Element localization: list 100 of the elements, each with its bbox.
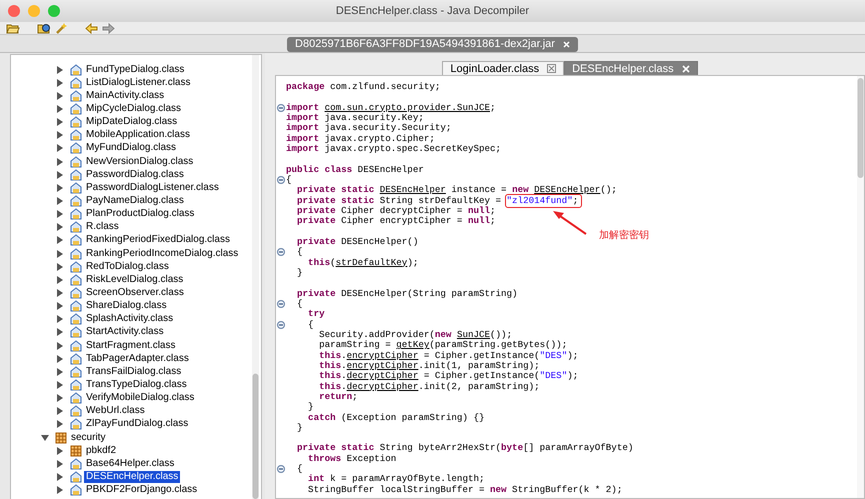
tree-item[interactable]: NewVersionDialog.class [84, 156, 196, 168]
collapsed-arrow-icon[interactable] [56, 472, 64, 481]
tree-item[interactable]: security [69, 432, 108, 444]
tree-item[interactable]: MipCycleDialog.class [84, 102, 184, 115]
fold-icon[interactable] [277, 248, 285, 256]
collapsed-arrow-icon[interactable] [56, 66, 64, 74]
code-line: this.encryptCipher = Cipher.getInstance("DES"); [318, 350, 578, 361]
fold-icon[interactable] [277, 176, 285, 184]
collapsed-arrow-icon[interactable] [56, 104, 64, 113]
tree-item[interactable]: FundTypeDialog.class [84, 64, 186, 76]
scrollbar[interactable] [252, 55, 259, 499]
collapsed-arrow-icon[interactable] [56, 158, 64, 166]
tree-item[interactable]: PasswordDialogListener.class [84, 182, 221, 194]
tree-item[interactable]: StartFragment.class [84, 340, 178, 352]
tree-item[interactable]: RankingPeriodFixedDialog.class [84, 234, 232, 246]
code-line: { [296, 298, 303, 310]
tree-item[interactable]: RedToDialog.class [84, 260, 171, 273]
class-file-icon [70, 142, 82, 154]
collapsed-arrow-icon[interactable] [56, 262, 64, 271]
collapsed-arrow-icon[interactable] [56, 394, 64, 402]
tree-item[interactable]: ZlPayFundDialog.class [84, 418, 190, 430]
scrollbar[interactable] [857, 76, 864, 498]
collapsed-arrow-icon[interactable] [56, 196, 64, 205]
tree-item[interactable]: TabPagerAdapter.class [84, 352, 191, 365]
tree-item[interactable]: MainActivity.class [84, 90, 166, 102]
close-icon[interactable] [547, 64, 556, 73]
collapsed-arrow-icon[interactable] [56, 131, 64, 140]
code-line: import javax.crypto.spec.SecretKeySpec; [286, 144, 502, 154]
fold-icon[interactable] [277, 104, 285, 112]
file-tab[interactable]: D8025971B6F6A3FF8DF19A5494391861-dex2jar.jar [287, 37, 578, 52]
fold-icon[interactable] [277, 320, 285, 329]
collapsed-arrow-icon[interactable] [56, 223, 64, 232]
code-line: StringBuffer localStringBuffer = new StringBuffer(k * 2); [307, 484, 622, 496]
code-line: throws Exception [307, 454, 396, 464]
editor-tab[interactable]: LoginLoader.class [442, 61, 564, 75]
fold-icon[interactable] [277, 465, 285, 474]
tree-item[interactable]: MobileApplication.class [84, 129, 192, 142]
tree-item[interactable]: Base64Helper.class [84, 458, 176, 470]
tree-item[interactable]: PasswordDialog.class [84, 168, 186, 181]
collapsed-arrow-icon[interactable] [56, 342, 64, 350]
code-line: import com.sun.crypto.provider.SunJCE; [286, 102, 496, 113]
open-folder-icon[interactable] [6, 22, 20, 34]
tree-item[interactable]: SplashActivity.class [84, 313, 176, 326]
editor-tab[interactable]: DESEncHelper.class [564, 61, 698, 75]
collapsed-arrow-icon[interactable] [56, 170, 64, 179]
tree-item[interactable]: pbkdf2 [84, 444, 118, 457]
collapsed-arrow-icon[interactable] [56, 354, 64, 363]
collapsed-arrow-icon[interactable] [56, 276, 64, 284]
tree-item[interactable]: PlanProductDialog.class [84, 208, 196, 220]
tree-item[interactable]: PBKDF2ForDjango.class [84, 484, 200, 496]
code-line: { [296, 247, 303, 258]
collapsed-arrow-icon[interactable] [56, 236, 64, 244]
tree-item[interactable]: PayNameDialog.class [84, 194, 186, 207]
collapsed-arrow-icon[interactable] [56, 118, 64, 126]
collapsed-arrow-icon[interactable] [56, 250, 64, 258]
collapsed-arrow-icon[interactable] [56, 420, 64, 428]
collapsed-arrow-icon[interactable] [56, 380, 64, 389]
collapsed-arrow-icon[interactable] [56, 446, 64, 455]
tree-item[interactable]: R.class [84, 221, 121, 234]
collapsed-arrow-icon[interactable] [56, 144, 64, 152]
code-line: private static DESEncHelper instance = new DESEncHelper(); [296, 185, 617, 196]
collapsed-arrow-icon[interactable] [56, 302, 64, 310]
collapsed-arrow-icon[interactable] [56, 486, 64, 494]
tree-item[interactable]: MyFundDialog.class [84, 142, 178, 154]
folder-globe-icon[interactable] [37, 22, 51, 34]
tree-item[interactable]: RankingPeriodIncomeDialog.class [84, 248, 240, 260]
back-arrow-icon[interactable] [85, 22, 98, 34]
tree-item[interactable]: DESEncHelper.class [84, 470, 180, 483]
expanded-arrow-icon[interactable] [41, 434, 49, 442]
collapsed-arrow-icon[interactable] [56, 92, 64, 100]
wand-icon[interactable] [55, 22, 68, 34]
class-file-icon [70, 90, 82, 102]
tree-item[interactable]: RiskLevelDialog.class [84, 274, 186, 286]
class-file-icon [70, 168, 82, 181]
tree-item[interactable]: VerifyMobileDialog.class [84, 392, 196, 404]
class-file-icon [70, 129, 82, 142]
class-file-icon [70, 484, 82, 496]
tree-item[interactable]: ListDialogListener.class [84, 76, 192, 89]
collapsed-arrow-icon[interactable] [56, 328, 64, 336]
tree-item[interactable]: TransTypeDialog.class [84, 378, 189, 391]
code-line: } [307, 402, 314, 412]
code-line: { [286, 174, 292, 186]
collapsed-arrow-icon[interactable] [56, 315, 64, 324]
collapsed-arrow-icon[interactable] [56, 407, 64, 416]
collapsed-arrow-icon[interactable] [56, 368, 64, 376]
tree-item[interactable]: ShareDialog.class [84, 300, 169, 312]
tree-item[interactable]: StartActivity.class [84, 326, 166, 338]
collapsed-arrow-icon[interactable] [56, 78, 64, 87]
tree-item[interactable]: WebUrl.class [84, 405, 147, 418]
collapsed-arrow-icon[interactable] [56, 460, 64, 468]
tree-item[interactable]: MipDateDialog.class [84, 116, 180, 128]
tree-item[interactable]: TransFailDialog.class [84, 366, 184, 378]
collapsed-arrow-icon[interactable] [56, 210, 64, 218]
code-line: catch (Exception paramString) {} [307, 412, 484, 423]
fold-icon[interactable] [277, 300, 285, 308]
package-icon [70, 444, 82, 457]
tree-item[interactable]: ScreenObserver.class [84, 286, 186, 299]
class-file-icon [70, 378, 82, 391]
collapsed-arrow-icon[interactable] [56, 184, 64, 192]
collapsed-arrow-icon[interactable] [56, 288, 64, 297]
